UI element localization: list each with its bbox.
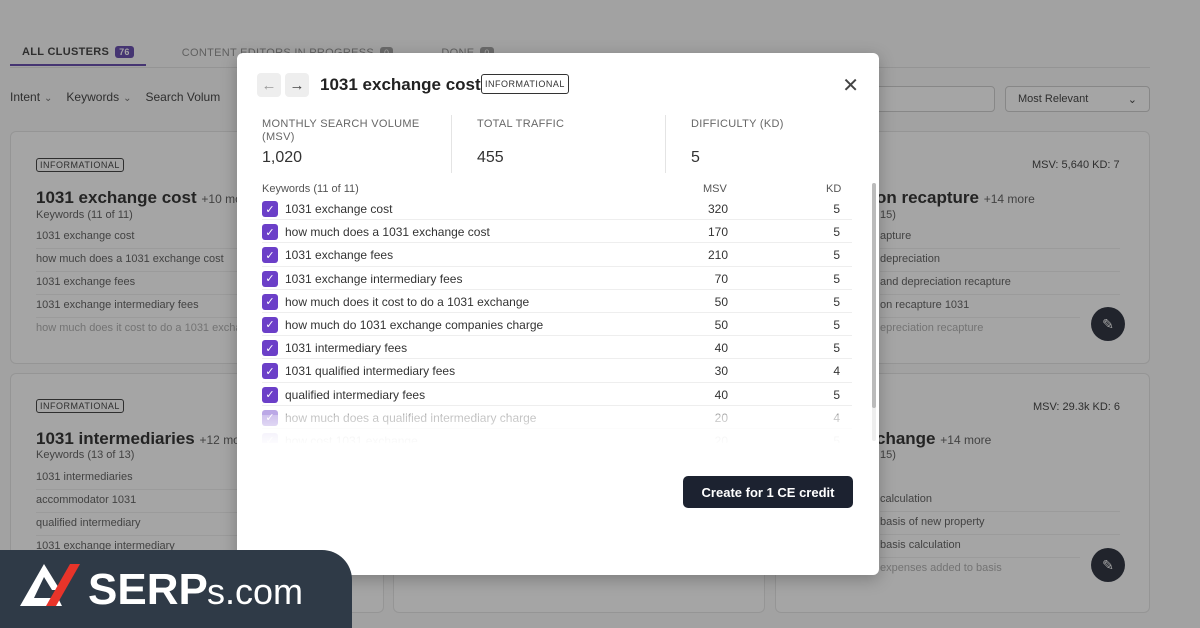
svg-text:SERP: SERP <box>88 565 208 614</box>
keywords-count-label: Keywords (11 of 11) <box>262 183 359 195</box>
checkbox-checked-icon[interactable]: ✓ <box>262 386 278 403</box>
stat-difficulty: DIFFICULTY (KD) 5 <box>691 118 861 172</box>
checkbox-checked-icon[interactable]: ✓ <box>262 224 278 241</box>
keyword-msv: 30 <box>714 364 728 379</box>
stat-value: 5 <box>691 149 700 166</box>
table-row[interactable]: ✓ how much does it cost to do a 1031 exch… <box>262 290 852 313</box>
table-row[interactable]: ✓ 1031 intermediary fees 40 5 <box>262 336 852 360</box>
arrow-right-icon[interactable]: → <box>285 73 309 97</box>
keyword-msv: 40 <box>714 341 728 356</box>
checkbox-checked-icon[interactable]: ✓ <box>262 363 278 380</box>
stat-label: TOTAL TRAFFIC <box>477 118 565 130</box>
checkbox-checked-icon[interactable]: ✓ <box>262 247 278 264</box>
close-icon[interactable]: ✕ <box>842 73 859 98</box>
scrollbar-thumb[interactable] <box>872 183 876 408</box>
keyword-kd: 5 <box>833 317 840 332</box>
keyword-msv: 40 <box>714 387 728 402</box>
keyword-text: how much does it cost to do a 1031 excha… <box>285 294 530 309</box>
keyword-kd: 5 <box>833 202 840 216</box>
keyword-text: how much does a 1031 exchange cost <box>285 225 490 240</box>
keyword-text: 1031 exchange intermediary fees <box>285 271 463 286</box>
keyword-msv: 70 <box>714 271 728 286</box>
checkbox-checked-icon[interactable]: ✓ <box>262 316 278 333</box>
checkbox-checked-icon[interactable]: ✓ <box>262 201 278 217</box>
keyword-text: 1031 qualified intermediary fees <box>285 364 456 379</box>
column-header-kd: KD <box>826 183 842 195</box>
keyword-kd: 5 <box>833 225 840 240</box>
keyword-msv: 50 <box>714 294 728 309</box>
keyword-msv: 210 <box>707 248 728 263</box>
modal-title: 1031 exchange cost <box>320 75 481 94</box>
keyword-cluster-modal: ← → 1031 exchange cost INFORMATIONAL ✕ M… <box>237 53 879 575</box>
keyword-kd: 5 <box>833 341 840 356</box>
scroll-fade <box>262 415 852 447</box>
stat-value: 455 <box>477 149 504 166</box>
checkbox-checked-icon[interactable]: ✓ <box>262 270 278 287</box>
serps-logo: SERP s.com <box>0 550 352 628</box>
keyword-msv: 170 <box>707 225 728 240</box>
stat-msv: MONTHLY SEARCH VOLUME (MSV) 1,020 <box>262 118 432 172</box>
keyword-text: 1031 exchange cost <box>285 202 393 216</box>
arrow-left-icon[interactable]: ← <box>257 73 281 97</box>
keywords-table-header: Keywords (11 of 11) MSV KD <box>262 183 842 195</box>
keyword-text: 1031 intermediary fees <box>285 341 408 356</box>
keyword-text: how much do 1031 exchange companies char… <box>285 317 544 332</box>
keywords-table: ✓ 1031 exchange cost 320 5 ✓ how much does a … <box>262 197 852 443</box>
table-row[interactable]: ✓ 1031 exchange fees 210 5 <box>262 243 852 267</box>
table-row[interactable]: ✓ 1031 qualified intermediary fees 30 4 <box>262 359 852 383</box>
create-ce-button[interactable]: Create for 1 CE credit <box>683 476 853 508</box>
stat-label: MONTHLY SEARCH VOLUME (MSV) <box>262 118 420 143</box>
table-row[interactable]: ✓ how much does a 1031 exchange cost 170 5 <box>262 220 852 244</box>
keyword-msv: 50 <box>714 317 728 332</box>
keyword-kd: 4 <box>833 364 840 379</box>
intent-badge: INFORMATIONAL <box>481 74 569 94</box>
table-row[interactable]: ✓ 1031 exchange intermediary fees 70 5 <box>262 267 852 290</box>
keyword-kd: 5 <box>833 271 840 286</box>
keyword-kd: 5 <box>833 248 840 263</box>
divider <box>665 115 666 173</box>
stat-total-traffic: TOTAL TRAFFIC 455 <box>477 118 647 172</box>
checkbox-checked-icon[interactable]: ✓ <box>262 340 278 357</box>
column-header-msv: MSV <box>703 183 727 195</box>
keyword-kd: 5 <box>833 387 840 402</box>
table-row[interactable]: ✓ how much do 1031 exchange companies cha… <box>262 313 852 337</box>
keyword-kd: 5 <box>833 294 840 309</box>
divider <box>451 115 452 173</box>
keyword-text: 1031 exchange fees <box>285 248 394 263</box>
svg-text:s.com: s.com <box>207 571 303 612</box>
checkbox-checked-icon[interactable]: ✓ <box>262 293 278 310</box>
keyword-msv: 320 <box>707 202 728 216</box>
table-row[interactable]: ✓ 1031 exchange cost 320 5 <box>262 197 852 221</box>
stat-label: DIFFICULTY (KD) <box>691 118 784 130</box>
serps-logo-mark: SERP s.com <box>20 564 303 614</box>
table-row[interactable]: ✓ qualified intermediary fees 40 5 <box>262 383 852 406</box>
stat-value: 1,020 <box>262 149 303 166</box>
keyword-text: qualified intermediary fees <box>285 387 426 402</box>
